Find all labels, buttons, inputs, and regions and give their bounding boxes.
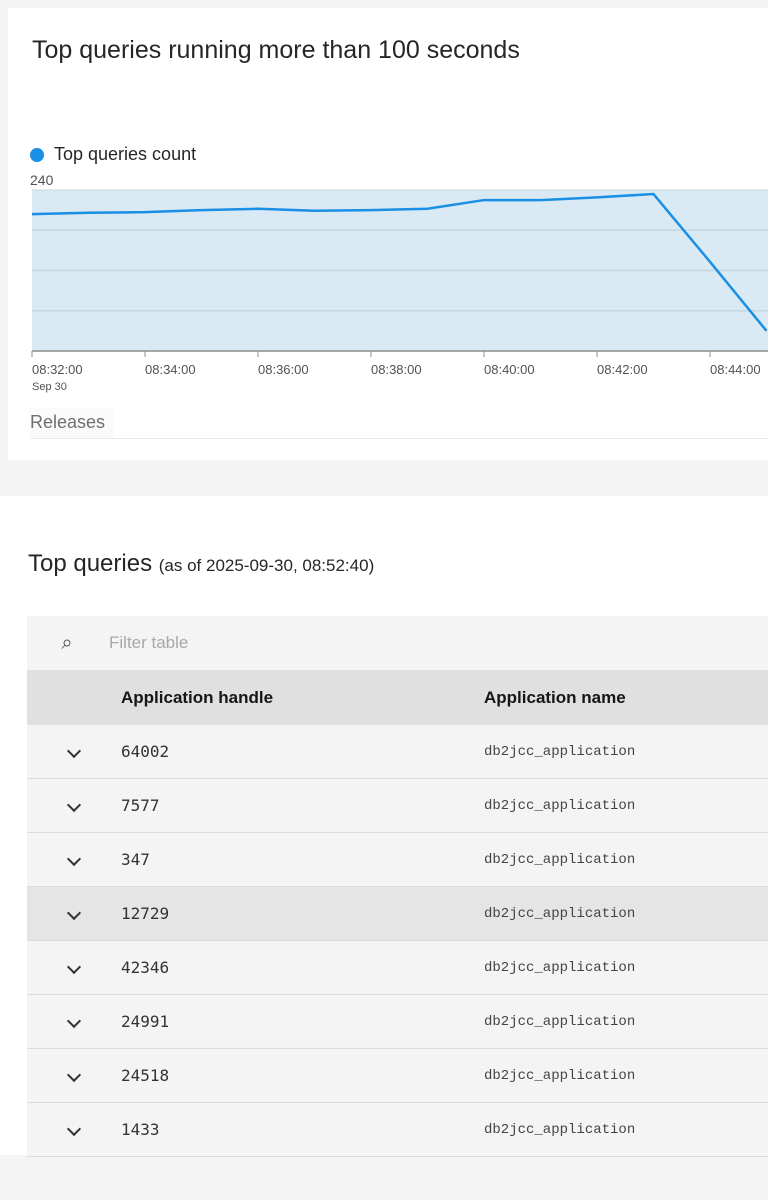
legend-label: Top queries count — [54, 144, 197, 164]
chevron-down-icon — [66, 1013, 82, 1028]
expand-row-button[interactable] — [27, 1013, 121, 1031]
expand-row-button[interactable] — [27, 797, 121, 815]
chevron-down-icon — [66, 1067, 82, 1082]
application-handle-cell: 24518 — [121, 1066, 170, 1085]
filter-input[interactable] — [107, 632, 611, 654]
x-tick-label: 08:38:00 — [371, 362, 422, 377]
table-row[interactable]: 12729 db2jcc_application — [27, 887, 768, 941]
table-row[interactable]: 1433 db2jcc_application — [27, 1103, 768, 1157]
x-date-label: Sep 30 — [32, 381, 67, 393]
expand-row-button[interactable] — [27, 851, 121, 869]
x-tick-label: 08:34:00 — [145, 362, 196, 377]
table-row[interactable]: 24991 db2jcc_application — [27, 995, 768, 1049]
application-handle-cell: 347 — [121, 850, 150, 869]
table-title: Top queries (as of 2025-09-30, 08:52:40) — [28, 550, 374, 578]
table-title-text: Top queries — [28, 550, 153, 577]
application-name-cell: db2jcc_application — [484, 851, 636, 868]
table-timestamp: (as of 2025-09-30, 08:52:40) — [158, 556, 375, 575]
top-queries-table: ⌕ Application handle Application name 64… — [27, 616, 768, 1157]
application-name-cell: db2jcc_application — [484, 743, 636, 760]
releases-label: Releases — [30, 408, 114, 439]
table-row[interactable]: 64002 db2jcc_application — [27, 725, 768, 779]
table-row[interactable]: 24518 db2jcc_application — [27, 1049, 768, 1103]
chevron-down-icon — [66, 743, 82, 758]
table-row[interactable]: 347 db2jcc_application — [27, 833, 768, 887]
expand-row-button[interactable] — [27, 1067, 121, 1085]
table-row[interactable]: 42346 db2jcc_application — [27, 941, 768, 995]
application-handle-cell: 12729 — [121, 904, 170, 923]
application-name-cell: db2jcc_application — [484, 797, 636, 814]
chevron-down-icon — [66, 959, 82, 974]
section-gap — [0, 496, 768, 530]
chevron-down-icon — [66, 797, 82, 812]
y-tick-label: 240 — [30, 172, 54, 188]
application-handle-cell: 64002 — [121, 742, 170, 761]
expand-row-button[interactable] — [27, 743, 121, 761]
x-tick-label: 08:32:00 — [32, 362, 83, 377]
application-handle-cell: 42346 — [121, 958, 170, 977]
application-name-cell: db2jcc_application — [484, 1121, 636, 1138]
application-name-cell: db2jcc_application — [484, 1013, 636, 1030]
legend-dot-icon — [30, 147, 44, 162]
chevron-down-icon — [66, 905, 82, 920]
application-handle-cell: 7577 — [121, 796, 160, 815]
application-name-cell: db2jcc_application — [484, 905, 636, 922]
chart-card: Top queries running more than 100 second… — [8, 8, 768, 460]
application-handle-cell: 1433 — [121, 1120, 160, 1139]
application-name-cell: db2jcc_application — [484, 959, 636, 976]
x-tick-label: 08:36:00 — [258, 362, 309, 377]
x-tick-label: 08:42:00 — [597, 362, 648, 377]
chevron-down-icon — [66, 851, 82, 866]
expand-row-button[interactable] — [27, 959, 121, 977]
x-tick-label: 08:40:00 — [484, 362, 535, 377]
releases-divider — [30, 438, 768, 439]
chart-title: Top queries running more than 100 second… — [32, 36, 520, 64]
line-chart[interactable]: 240 08:32:00 08:34:00 08:36:00 08:38:00 08:40… — [8, 168, 768, 408]
expand-row-button[interactable] — [27, 905, 121, 923]
expand-row-button[interactable] — [27, 1121, 121, 1139]
legend-item[interactable]: Top queries count — [30, 144, 196, 165]
application-name-cell: db2jcc_application — [484, 1067, 636, 1084]
filter-bar[interactable]: ⌕ — [27, 616, 768, 670]
search-icon: ⌕ — [61, 631, 73, 654]
column-header-name[interactable]: Application name — [484, 688, 626, 708]
column-header-handle[interactable]: Application handle — [121, 688, 484, 708]
chevron-down-icon — [66, 1121, 82, 1136]
x-tick-label: 08:44:00 — [710, 362, 761, 377]
table-row[interactable]: 7577 db2jcc_application — [27, 779, 768, 833]
table-header: Application handle Application name — [27, 670, 768, 725]
application-handle-cell: 24991 — [121, 1012, 170, 1031]
table-card: Top queries (as of 2025-09-30, 08:52:40)… — [0, 530, 768, 1157]
